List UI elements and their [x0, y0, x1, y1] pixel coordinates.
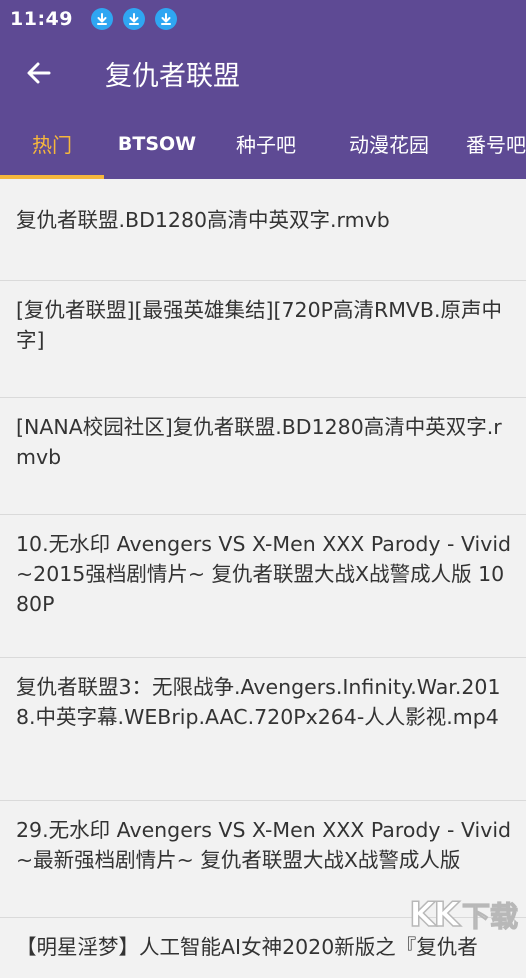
tab-btsow[interactable]: BTSOW — [104, 108, 210, 179]
download-icon — [155, 8, 177, 30]
result-list: 复仇者联盟.BD1280高清中英双字.rmvb [复仇者联盟][最强英雄集结][… — [0, 179, 526, 978]
status-bar: 11:49 — [0, 0, 526, 38]
list-item[interactable]: [NANA校园社区]复仇者联盟.BD1280高清中英双字.rmvb — [0, 398, 526, 515]
tab-zhongziba[interactable]: 种子吧 — [210, 108, 322, 179]
back-button[interactable] — [4, 38, 74, 108]
app-bar: 复仇者联盟 — [0, 38, 526, 108]
tab-hot[interactable]: 热门 — [0, 108, 104, 179]
list-item[interactable]: 10.无水印 Avengers VS X-Men XXX Parody - Vi… — [0, 515, 526, 658]
download-icon — [91, 8, 113, 30]
download-icon — [123, 8, 145, 30]
status-time: 11:49 — [10, 8, 73, 30]
kk-watermark-logo: KK 下载 — [409, 895, 518, 935]
list-item[interactable]: 复仇者联盟3：无限战争.Avengers.Infinity.War.2018.中… — [0, 658, 526, 801]
header: 11:49 复仇者联盟 热门 BTSOW 种子吧 动漫花园 番号吧 — [0, 0, 526, 179]
tab-fanhaoba[interactable]: 番号吧 — [456, 108, 526, 179]
watermark-text: 下载 — [462, 895, 518, 935]
arrow-left-icon — [25, 59, 53, 87]
list-item[interactable]: 复仇者联盟.BD1280高清中英双字.rmvb — [0, 179, 526, 281]
tab-bar: 热门 BTSOW 种子吧 动漫花园 番号吧 — [0, 108, 526, 179]
list-item[interactable]: [复仇者联盟][最强英雄集结][720P高清RMVB.原声中字] — [0, 281, 526, 398]
page-title: 复仇者联盟 — [105, 54, 240, 93]
watermark-brand: KK — [409, 895, 458, 935]
tab-dongman-huayuan[interactable]: 动漫花园 — [322, 108, 456, 179]
